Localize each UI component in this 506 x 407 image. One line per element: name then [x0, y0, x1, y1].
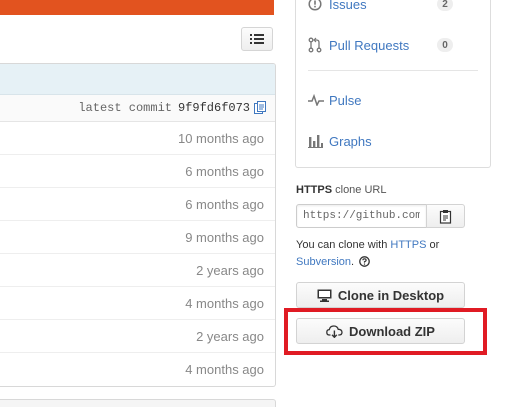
commit-sha-link[interactable]: 9f9fd6f073 [178, 101, 250, 115]
latest-commit-row: latest commit 9f9fd6f073 [0, 95, 275, 122]
clone-help-prefix: You can clone with [296, 239, 388, 251]
copy-clone-url-button[interactable] [426, 204, 465, 228]
file-row[interactable]: 2 years ago [0, 254, 275, 287]
nav-issues-label: Issues [329, 0, 367, 12]
file-list: latest commit 9f9fd6f073 10 months ago 6… [0, 63, 276, 387]
repo-nav: Issues 2 Pull Requests 0 Pulse Graphs [295, 0, 491, 168]
file-row[interactable]: 6 months ago [0, 155, 275, 188]
nav-pull-requests[interactable]: Pull Requests [308, 35, 409, 55]
nav-divider [308, 70, 478, 71]
issues-counter: 2 [437, 0, 453, 11]
clone-help-text: You can clone with HTTPS or Subversion. [296, 237, 486, 273]
file-age: 4 months ago [185, 295, 264, 311]
device-desktop-icon [317, 289, 332, 302]
file-age: 6 months ago [185, 196, 264, 212]
commit-tease-header [0, 64, 275, 95]
file-age: 2 years ago [196, 262, 264, 278]
clone-url-title: HTTPS clone URL [296, 184, 386, 196]
pulse-icon [308, 94, 326, 106]
nav-pulse-label: Pulse [329, 92, 362, 108]
clone-url-input[interactable] [296, 204, 427, 228]
nav-issues[interactable]: Issues [308, 0, 367, 14]
language-color-bar [0, 0, 274, 15]
subversion-link[interactable]: Subversion [296, 256, 351, 268]
clone-url-suffix: clone URL [335, 184, 387, 196]
nav-pulse[interactable]: Pulse [308, 90, 362, 110]
file-age: 4 months ago [185, 362, 264, 377]
file-row[interactable]: 9 months ago [0, 221, 275, 254]
file-age: 2 years ago [196, 328, 264, 344]
nav-graphs[interactable]: Graphs [308, 131, 372, 151]
graph-icon [308, 134, 326, 148]
clone-protocol: HTTPS [296, 184, 333, 196]
view-toggle-button[interactable] [241, 27, 273, 51]
file-row[interactable]: 6 months ago [0, 188, 275, 221]
file-row[interactable]: 2 years ago [0, 320, 275, 353]
clippy-icon [439, 209, 451, 224]
question-icon[interactable] [359, 256, 371, 273]
list-icon [250, 34, 264, 44]
latest-commit-label: latest commit [78, 101, 172, 115]
copy-sha-icon[interactable] [254, 101, 267, 115]
file-age: 10 months ago [177, 130, 264, 146]
clone-in-desktop-button[interactable]: Clone in Desktop [296, 282, 465, 308]
clone-in-desktop-label: Clone in Desktop [337, 287, 445, 303]
clone-help-period: . [351, 256, 355, 268]
file-row[interactable]: 4 months ago [0, 287, 275, 320]
pull-requests-counter: 0 [437, 38, 453, 52]
git-pull-request-icon [308, 37, 326, 53]
readme-box-top [0, 399, 276, 407]
nav-graphs-label: Graphs [329, 133, 372, 149]
highlight-box [284, 308, 487, 355]
file-row[interactable]: 4 months ago [0, 353, 275, 386]
https-link[interactable]: HTTPS [390, 239, 426, 251]
nav-pull-requests-label: Pull Requests [329, 37, 410, 53]
file-age: 9 months ago [185, 229, 264, 245]
issue-opened-icon [308, 0, 326, 11]
file-age: 6 months ago [185, 163, 264, 179]
file-row[interactable]: 10 months ago [0, 122, 275, 155]
clone-help-or: or [429, 239, 440, 251]
